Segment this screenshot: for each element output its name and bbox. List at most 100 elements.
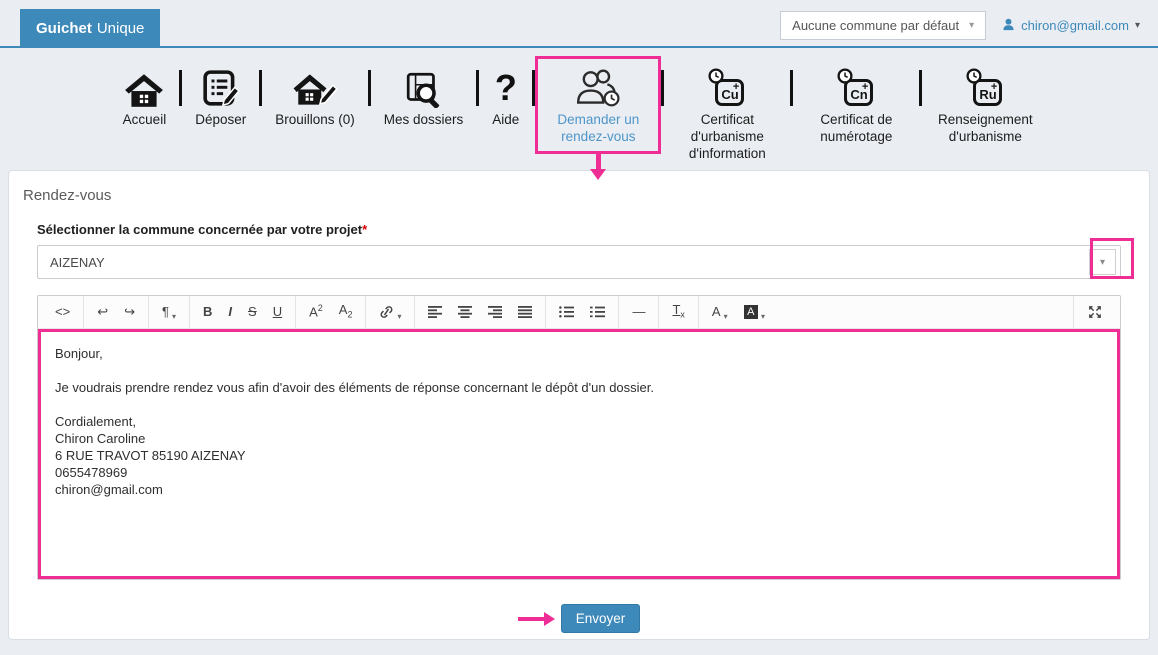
plan-magnifier-icon — [404, 62, 444, 108]
brand-regular: Unique — [97, 20, 145, 37]
horizontal-rule-icon[interactable]: — — [624, 302, 653, 322]
page-title: Rendez-vous — [23, 187, 1121, 204]
editor-toolbar: <>↩↪¶▾BISUA2A2▾—TxA▾A▾ — [38, 296, 1120, 329]
toolbar-group: A▾A▾ — [698, 296, 778, 328]
nav-item-aide[interactable]: ? Aide — [479, 56, 532, 134]
paragraph-style-icon[interactable]: ¶▾ — [154, 302, 184, 322]
toolbar-group: ¶▾ — [148, 296, 189, 328]
user-menu[interactable]: chiron@gmail.com ▾ — [1002, 18, 1140, 34]
redo-icon[interactable]: ↪ — [116, 302, 143, 322]
toolbar-group — [414, 296, 545, 328]
commune-select-dropdown-button[interactable]: ▾ — [1089, 249, 1116, 275]
editor-text-line — [55, 396, 1103, 413]
link-icon[interactable]: ▾ — [371, 302, 409, 322]
editor-text-line: Chiron Caroline — [55, 430, 1103, 447]
toolbar-group: — — [618, 296, 658, 328]
chevron-down-icon: ▾ — [1135, 20, 1140, 31]
bold-icon[interactable]: B — [195, 302, 220, 322]
header-right: Aucune commune par défaut ▾ chiron@gmail… — [780, 11, 1140, 40]
nav-item-label: Déposer — [195, 112, 246, 129]
nav-item-label: Renseignement d'urbanisme — [935, 112, 1035, 146]
editor-text-line: chiron@gmail.com — [55, 481, 1103, 498]
rendez-vous-panel: Rendez-vous Sélectionner la commune conc… — [8, 170, 1150, 640]
fullscreen-icon[interactable] — [1080, 302, 1110, 322]
toolbar-group: <> — [42, 296, 83, 328]
chevron-down-icon: ▾ — [1100, 257, 1105, 268]
cert-icon: Cu+ — [707, 62, 747, 108]
send-row: Envoyer — [37, 604, 1121, 633]
toolbar-group: BISU — [189, 296, 295, 328]
user-icon — [1002, 18, 1015, 34]
nav-item-brouillons[interactable]: Brouillons (0) — [262, 56, 368, 134]
nav-item-renseignement-urbanisme[interactable]: Ru+ Renseignement d'urbanisme — [922, 56, 1048, 151]
message-editor: <>↩↪¶▾BISUA2A2▾—TxA▾A▾ Bonjour, Je voudr… — [37, 295, 1121, 580]
main-nav: Accueil Déposer Brouillons (0) Mes dossiers… — [0, 48, 1158, 170]
default-commune-value: Aucune commune par défaut — [792, 18, 959, 33]
editor-text-line: 0655478969 — [55, 464, 1103, 481]
commune-select[interactable]: AIZENAY ▾ — [37, 245, 1121, 279]
align-left-icon[interactable] — [420, 303, 450, 322]
clear-format-icon[interactable]: Tx — [664, 300, 692, 323]
font-color-icon[interactable]: A▾ — [704, 302, 736, 322]
house-pencil-icon — [292, 62, 338, 108]
editor-text-line: Bonjour, — [55, 345, 1103, 362]
people-clock-icon — [573, 62, 623, 108]
nav-item-label: Aide — [492, 112, 519, 129]
toolbar-group: Tx — [658, 296, 697, 328]
default-commune-dropdown[interactable]: Aucune commune par défaut ▾ — [780, 11, 986, 40]
underline-icon[interactable]: U — [265, 302, 290, 322]
superscript-icon[interactable]: A2 — [301, 301, 331, 323]
toolbar-spacer — [778, 296, 1073, 328]
message-editor-content[interactable]: Bonjour, Je voudrais prendre rendez vous… — [38, 329, 1120, 579]
editor-text-line: Cordialement, — [55, 413, 1103, 430]
nav-item-label: Demander un rendez-vous — [548, 112, 648, 146]
nav-item-mes-dossiers[interactable]: Mes dossiers — [371, 56, 477, 134]
nav-item-accueil[interactable]: Accueil — [110, 56, 180, 134]
form-pencil-icon — [202, 62, 240, 108]
commune-select-value: AIZENAY — [50, 255, 105, 270]
toolbar-group — [545, 296, 618, 328]
user-email: chiron@gmail.com — [1021, 18, 1129, 33]
unordered-list-icon[interactable] — [551, 303, 582, 322]
italic-icon[interactable]: I — [220, 302, 240, 322]
nav-item-certificat-numerotage[interactable]: Cn+ Certificat de numérotage — [793, 56, 919, 151]
nav-item-label: Brouillons (0) — [275, 112, 355, 129]
editor-text-line — [55, 362, 1103, 379]
nav-item-label: Certificat d'urbanisme d'information — [677, 112, 777, 163]
brand-bold: Guichet — [36, 20, 92, 37]
editor-text-line: Je voudrais prendre rendez vous afin d'a… — [55, 379, 1103, 396]
toolbar-group: ▾ — [365, 296, 414, 328]
align-center-icon[interactable] — [450, 303, 480, 322]
app-logo[interactable]: Guichet Unique — [20, 9, 160, 48]
send-button[interactable]: Envoyer — [561, 604, 641, 633]
app-header: Guichet Unique Aucune commune par défaut… — [0, 0, 1158, 48]
required-marker: * — [362, 222, 367, 237]
undo-icon[interactable]: ↩ — [89, 302, 116, 322]
question-mark-icon: ? — [495, 62, 517, 108]
background-color-icon[interactable]: A▾ — [736, 302, 773, 322]
ordered-list-icon[interactable] — [582, 303, 613, 322]
annotation-arrow-nav — [590, 154, 606, 180]
nav-item-deposer[interactable]: Déposer — [182, 56, 259, 134]
subscript-icon[interactable]: A2 — [331, 300, 361, 323]
nav-item-demander-rendez-vous[interactable]: Demander un rendez-vous — [535, 56, 661, 154]
annotation-arrow-send — [518, 612, 555, 626]
strikethrough-icon[interactable]: S — [240, 302, 265, 322]
toolbar-group: A2A2 — [295, 296, 365, 328]
cert-icon: Ru+ — [965, 62, 1005, 108]
commune-field-label: Sélectionner la commune concernée par vo… — [37, 222, 1121, 237]
toolbar-right — [1073, 296, 1116, 328]
nav-item-certificat-urbanisme-information[interactable]: Cu+Certificat d'urbanisme d'information — [664, 56, 790, 168]
home-icon — [123, 62, 165, 108]
commune-field-label-text: Sélectionner la commune concernée par vo… — [37, 222, 362, 237]
code-view-icon[interactable]: <> — [47, 302, 78, 322]
nav-item-label: Mes dossiers — [384, 112, 464, 129]
chevron-down-icon: ▾ — [969, 20, 974, 31]
editor-text-line: 6 RUE TRAVOT 85190 AIZENAY — [55, 447, 1103, 464]
toolbar-group: ↩↪ — [83, 296, 148, 328]
cert-icon: Cn+ — [836, 62, 876, 108]
align-justify-icon[interactable] — [510, 303, 540, 322]
nav-item-label: Accueil — [123, 112, 167, 129]
nav-item-label: Certificat de numérotage — [806, 112, 906, 146]
align-right-icon[interactable] — [480, 303, 510, 322]
